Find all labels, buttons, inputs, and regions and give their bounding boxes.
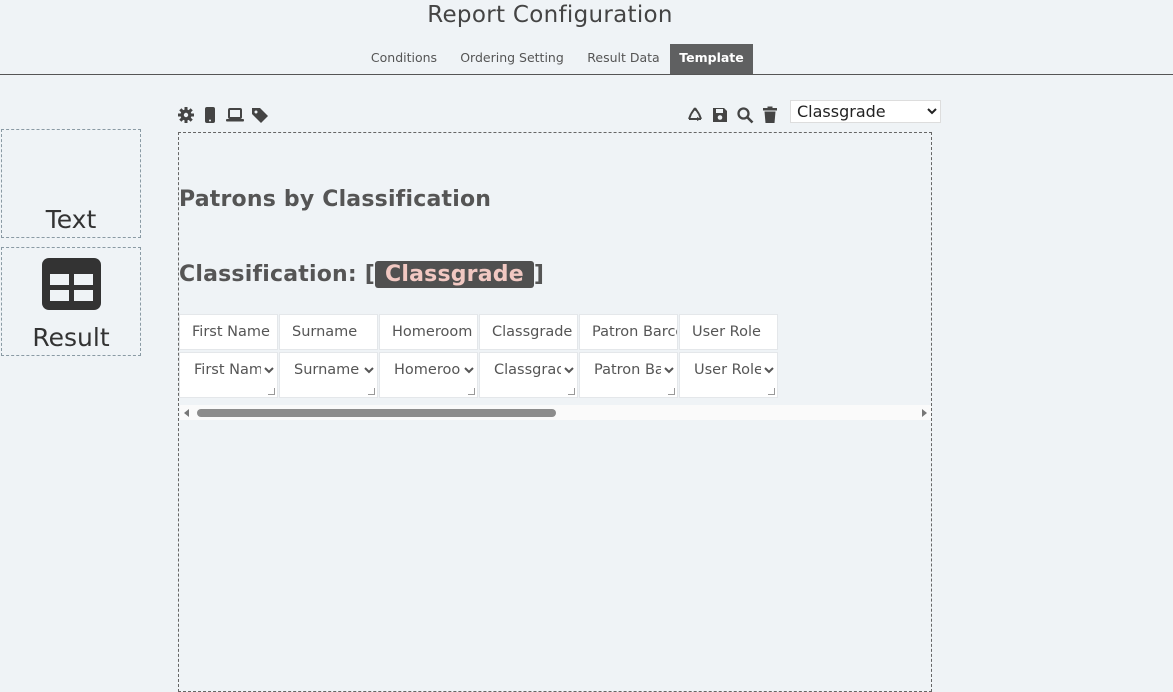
mobile-icon[interactable] [201, 106, 219, 124]
field-select-first-name[interactable]: First Name [180, 353, 277, 387]
column-header-user-role[interactable]: User Role [679, 314, 778, 350]
column-header-classgrade[interactable]: Classgrade [479, 314, 578, 350]
group-by-select[interactable]: Classgrade [790, 100, 941, 123]
tab-bar: Conditions Ordering Setting Result Data … [0, 44, 1173, 74]
tab-template[interactable]: Template [670, 44, 753, 74]
laptop-icon[interactable] [226, 106, 244, 124]
field-select-patron-barcode[interactable]: Patron Barcode [580, 353, 677, 387]
scrollbar-thumb[interactable] [197, 409, 556, 417]
scroll-left-icon[interactable] [184, 409, 189, 417]
field-select-user-role[interactable]: User Role [680, 353, 777, 387]
classification-close: ] [533, 262, 545, 287]
trash-icon[interactable] [761, 106, 779, 124]
column-field-first-name: First Name [179, 352, 278, 398]
tab-conditions[interactable]: Conditions [362, 44, 446, 74]
table-icon [42, 258, 101, 314]
resize-handle[interactable] [368, 388, 375, 395]
result-widget[interactable]: Result [1, 247, 141, 356]
resize-handle[interactable] [668, 388, 675, 395]
column-header-patron-barcode[interactable]: Patron Barcode [579, 314, 678, 350]
tag-icon[interactable] [251, 106, 269, 124]
text-widget[interactable]: Text [1, 129, 141, 238]
classification-heading[interactable]: Classification: [Classgrade] [179, 261, 544, 288]
tab-ordering-setting[interactable]: Ordering Setting [451, 44, 573, 74]
page-title: Report Configuration [427, 2, 673, 28]
tab-divider [0, 74, 1173, 75]
column-header-first-name[interactable]: First Name [179, 314, 278, 350]
save-icon[interactable] [711, 106, 729, 124]
column-header-surname[interactable]: Surname [279, 314, 378, 350]
column-header-homeroom[interactable]: Homeroom [379, 314, 478, 350]
scroll-right-icon[interactable] [922, 409, 927, 417]
column-field-homeroom: Homeroom [379, 352, 478, 398]
column-field-classgrade: Classgrade [479, 352, 578, 398]
text-widget-label: Text [45, 205, 97, 234]
resize-handle[interactable] [268, 388, 275, 395]
column-field-surname: Surname [279, 352, 378, 398]
horizontal-scrollbar[interactable] [180, 405, 931, 420]
field-select-surname[interactable]: Surname [280, 353, 377, 387]
resize-handle[interactable] [768, 388, 775, 395]
resize-handle[interactable] [468, 388, 475, 395]
column-field-user-role: User Role [679, 352, 778, 398]
recycle-icon[interactable] [686, 106, 704, 124]
report-heading[interactable]: Patrons by Classification [179, 187, 491, 212]
search-icon[interactable] [736, 106, 754, 124]
tab-result-data[interactable]: Result Data [580, 44, 667, 74]
resize-handle[interactable] [568, 388, 575, 395]
field-select-classgrade[interactable]: Classgrade [480, 353, 577, 387]
classification-field-token[interactable]: Classgrade [375, 261, 534, 288]
column-field-patron-barcode: Patron Barcode [579, 352, 678, 398]
gear-icon[interactable] [177, 106, 195, 124]
field-select-homeroom[interactable]: Homeroom [380, 353, 477, 387]
classification-label: Classification: [ [179, 262, 376, 287]
result-widget-label: Result [32, 323, 110, 352]
